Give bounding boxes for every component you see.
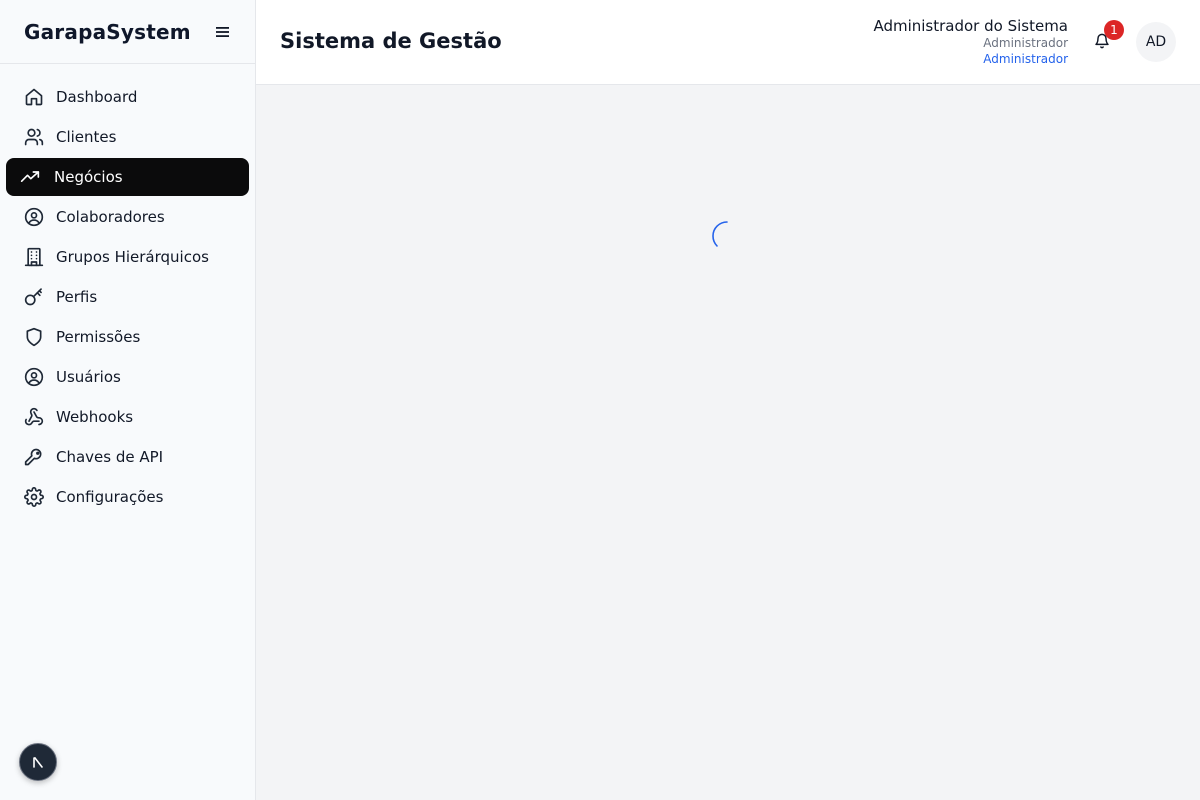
sidebar-item-colaboradores[interactable]: Colaboradores	[6, 198, 249, 236]
brand-logo[interactable]: GarapaSystem	[24, 20, 191, 44]
sidebar-item-label: Colaboradores	[56, 208, 165, 226]
sidebar-header: GarapaSystem	[0, 0, 255, 64]
top-bar: Sistema de Gestão Administrador do Siste…	[256, 0, 1200, 85]
avatar[interactable]: AD	[1136, 22, 1176, 62]
sidebar-item-permissoes[interactable]: Permissões	[6, 318, 249, 356]
sidebar-item-clientes[interactable]: Clientes	[6, 118, 249, 156]
sidebar-item-label: Negócios	[54, 168, 123, 186]
user-circle-icon	[24, 367, 44, 387]
gear-icon	[24, 487, 44, 507]
sidebar-item-label: Perfis	[56, 288, 98, 306]
user-name: Administrador do Sistema	[873, 17, 1068, 35]
sidebar-item-label: Dashboard	[56, 88, 138, 106]
shield-icon	[24, 327, 44, 347]
notification-badge: 1	[1104, 20, 1124, 40]
sidebar-item-label: Clientes	[56, 128, 117, 146]
user-circle-icon	[24, 207, 44, 227]
webhook-icon	[24, 407, 44, 427]
hamburger-icon	[216, 26, 229, 37]
sidebar-item-usuarios[interactable]: Usuários	[6, 358, 249, 396]
sidebar-item-label: Grupos Hierárquicos	[56, 248, 209, 266]
sidebar-item-label: Webhooks	[56, 408, 134, 426]
sidebar-item-webhooks[interactable]: Webhooks	[6, 398, 249, 436]
sidebar-item-label: Permissões	[56, 328, 141, 346]
page-title: Sistema de Gestão	[280, 29, 502, 53]
menu-toggle-button[interactable]	[211, 20, 235, 44]
sidebar-item-negocios[interactable]: Negócios	[6, 158, 249, 196]
sidebar-item-label: Configurações	[56, 488, 164, 506]
sidebar-item-dashboard[interactable]: Dashboard	[6, 78, 249, 116]
user-info: Administrador do Sistema Administrador A…	[873, 17, 1068, 67]
sidebar-item-configuracoes[interactable]: Configurações	[6, 478, 249, 516]
sidebar-item-label: Chaves de API	[56, 448, 164, 466]
sidebar-item-chaves-de-api[interactable]: Chaves de API	[6, 438, 249, 476]
trending-up-icon	[20, 167, 40, 187]
home-icon	[24, 87, 44, 107]
loading-spinner	[712, 221, 728, 247]
user-group-link[interactable]: Administrador	[873, 51, 1068, 67]
users-icon	[24, 127, 44, 147]
key-icon	[24, 287, 44, 307]
user-role: Administrador	[983, 36, 1068, 50]
arrow-up-left-icon	[33, 757, 43, 768]
sidebar-item-grupos-hierarquicos[interactable]: Grupos Hierárquicos	[6, 238, 249, 276]
main-content	[256, 85, 1200, 800]
floating-action-button[interactable]	[19, 743, 57, 781]
sidebar: GarapaSystem Dashboard Clientes Negócios…	[0, 0, 256, 800]
sidebar-item-perfis[interactable]: Perfis	[6, 278, 249, 316]
sidebar-item-label: Usuários	[56, 368, 121, 386]
key-round-icon	[24, 447, 44, 467]
building-icon	[24, 247, 44, 267]
sidebar-nav: Dashboard Clientes Negócios Colaboradore…	[0, 64, 255, 516]
